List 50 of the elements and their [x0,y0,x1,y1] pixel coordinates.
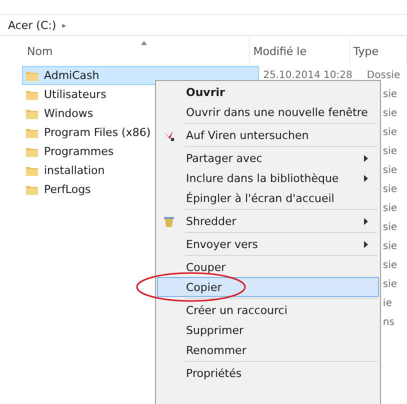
folder-icon [26,184,38,196]
menu-item[interactable]: Shredder [157,211,379,231]
folder-icon [26,126,38,138]
folder-icon [26,70,38,82]
menu-item[interactable]: Ouvrir [157,82,379,102]
bin-icon [163,216,175,228]
menu-item[interactable]: Renommer [157,340,379,360]
type-cell-text: sie [382,278,398,292]
file-name: Program Files (x86) [44,126,151,139]
type-cell-text: sie [382,145,398,159]
menu-item[interactable]: Ouvrir dans une nouvelle fenêtre [157,102,379,122]
folder-icon [26,88,38,100]
file-name: installation [44,164,105,177]
folder-icon [26,146,38,158]
file-name: AdmiCash [44,69,100,82]
date-cell-text: 25.10.2014 10:28 [262,69,354,83]
folder-icon [26,164,38,176]
file-name: Windows [44,107,94,120]
folder-icon [26,108,38,120]
menu-item[interactable]: Envoyer vers [157,234,379,254]
file-name: PerfLogs [44,183,91,196]
sort-icon [141,41,147,45]
file-name: Programmes [44,145,114,158]
menu-item[interactable]: Créer un raccourci [157,300,379,320]
menu-item[interactable]: Copier [157,277,379,297]
column-header[interactable]: Nom [24,38,250,64]
menu-item[interactable]: Supprimer [157,320,379,340]
column-header[interactable]: Modifié le [250,38,350,64]
menu-item[interactable]: Épingler à l'écran d'accueil [157,188,379,208]
type-cell-text: sie [382,126,398,140]
menu-item[interactable]: Auf Viren untersuchen [157,125,379,145]
column-header[interactable]: Type [350,38,407,64]
breadcrumb-location[interactable]: Acer (C:) [8,18,56,32]
type-cell-text: sie [382,183,398,197]
type-cell-text: sie [382,240,398,254]
type-cell-text: sie [382,88,398,102]
type-cell-text: sie [382,259,398,273]
type-cell-text: sie [382,164,398,178]
menu-item[interactable]: Couper [157,257,379,277]
file-name: Utilisateurs [44,88,106,101]
menu-item[interactable]: Inclure dans la bibliothèque [157,168,379,188]
type-cell-text: Dossie [366,69,402,83]
checkmark-icon [163,130,175,142]
type-cell-text: ns [382,316,396,330]
breadcrumb-arrow[interactable]: ▸ [62,20,66,30]
type-cell-text: sie [382,221,398,235]
type-cell-text: ie [382,297,393,311]
menu-item[interactable]: Partager avec [157,148,379,168]
menu-item[interactable]: Propriétés [157,363,379,383]
type-cell-text: sie [382,202,398,216]
